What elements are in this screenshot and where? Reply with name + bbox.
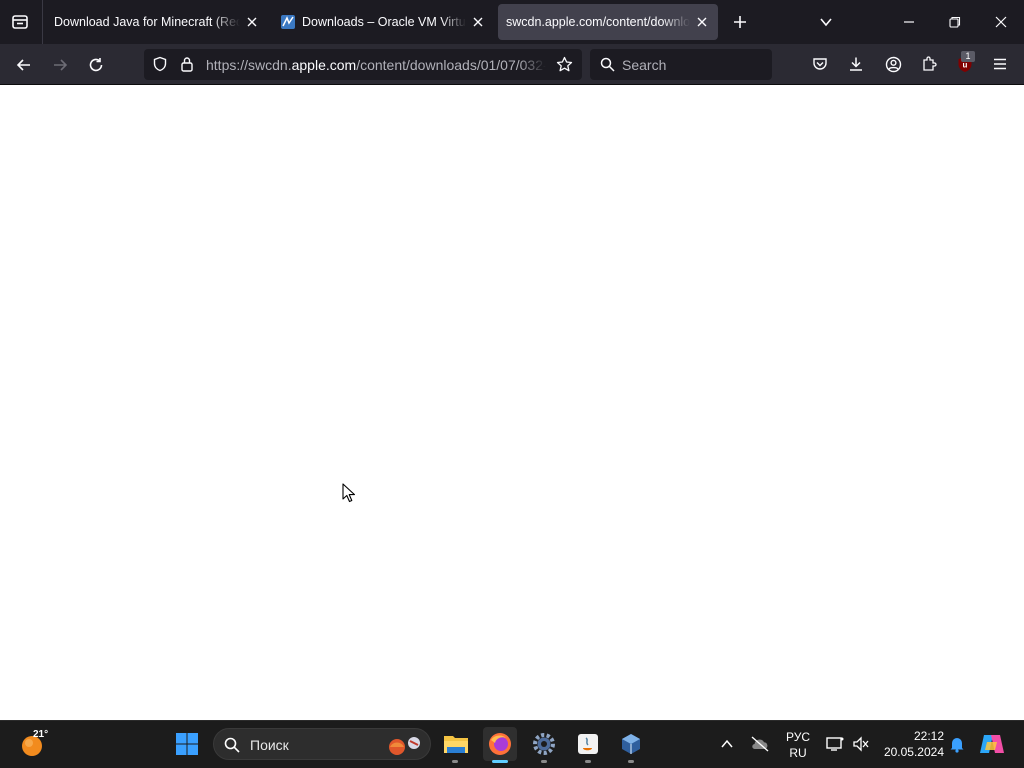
firefox-view-icon	[12, 15, 28, 29]
search-placeholder: Search	[622, 57, 667, 73]
java-icon	[578, 734, 598, 754]
extensions-button[interactable]	[915, 50, 943, 78]
extension-badge-count: 1	[961, 51, 975, 62]
running-indicator	[585, 760, 591, 763]
account-icon	[885, 56, 901, 72]
pocket-icon	[813, 58, 827, 70]
lock-icon[interactable]	[180, 56, 194, 72]
taskbar-search-placeholder: Поиск	[250, 737, 289, 753]
restore-button[interactable]	[932, 0, 978, 44]
copilot-icon	[980, 735, 1004, 753]
taskbar-java-installer[interactable]	[571, 727, 605, 761]
tab-virtualbox-downloads[interactable]: Downloads – Oracle VM VirtualBox	[272, 4, 494, 40]
pocket-button[interactable]	[806, 50, 834, 78]
chevron-up-icon	[721, 739, 733, 748]
running-indicator	[628, 760, 634, 763]
app-menu-button[interactable]	[986, 50, 1014, 78]
clock-time[interactable]: 22:12	[880, 729, 944, 743]
speaker-muted-icon	[853, 736, 869, 752]
reload-button[interactable]	[81, 50, 111, 80]
close-icon	[697, 17, 707, 27]
url-text[interactable]: https://swcdn.apple.com/content/download…	[206, 57, 546, 73]
tab-close-button[interactable]	[244, 14, 260, 30]
language-indicator-top[interactable]: РУС	[783, 730, 813, 744]
tab-title: Downloads – Oracle VM VirtualBox	[302, 15, 466, 29]
taskbar-settings[interactable]	[527, 727, 561, 761]
network-monitor-icon	[826, 737, 844, 751]
reload-icon	[89, 58, 103, 72]
account-button[interactable]	[879, 50, 907, 78]
tab-title: swcdn.apple.com/content/downloads/01/07/…	[506, 15, 690, 29]
close-icon	[247, 17, 257, 27]
minimize-icon	[904, 21, 914, 23]
page-content-area[interactable]	[0, 85, 1024, 720]
virtualbox-icon	[622, 734, 640, 754]
show-hidden-icons-button[interactable]	[711, 727, 743, 761]
download-icon	[850, 57, 862, 71]
taskbar-search-box[interactable]: Поиск	[213, 728, 431, 760]
tab-close-button[interactable]	[694, 14, 710, 30]
plus-icon	[734, 16, 746, 28]
taskbar-firefox[interactable]	[483, 727, 517, 761]
search-icon	[224, 737, 240, 753]
list-all-tabs-button[interactable]	[814, 10, 838, 34]
windows-logo-icon	[176, 733, 198, 755]
search-bar[interactable]: Search	[590, 49, 772, 80]
tracking-protection-shield-icon[interactable]	[152, 56, 168, 72]
url-domain: apple.com	[291, 57, 357, 73]
close-icon	[995, 16, 1007, 28]
close-icon	[473, 17, 483, 27]
taskbar-file-explorer[interactable]	[439, 727, 473, 761]
restore-icon	[949, 16, 961, 28]
tab-title: Download Java for Minecraft (Recommended…	[54, 15, 240, 29]
active-window-indicator	[492, 760, 508, 763]
arrow-right-icon	[54, 59, 68, 71]
url-prefix: https://swcdn.	[206, 57, 292, 73]
address-bar[interactable]: https://swcdn.apple.com/content/download…	[144, 49, 582, 80]
notifications-button[interactable]	[944, 727, 970, 761]
chevron-down-icon	[820, 18, 832, 27]
running-indicator	[452, 760, 458, 763]
tab-java-minecraft[interactable]: Download Java for Minecraft (Recommended…	[46, 4, 268, 40]
clock-date[interactable]: 20.05.2024	[880, 745, 944, 759]
copilot-button[interactable]	[975, 727, 1009, 761]
mouse-cursor-icon	[342, 483, 356, 503]
url-path: /content/downloads/01/07/032-39867/	[356, 57, 546, 73]
tab-separator	[42, 0, 43, 44]
search-icon	[600, 57, 615, 72]
back-button[interactable]	[9, 50, 39, 80]
folder-icon	[444, 736, 468, 753]
new-tab-button[interactable]	[728, 10, 752, 34]
forward-button[interactable]	[45, 50, 75, 80]
onedrive-tray-button[interactable]	[744, 727, 776, 761]
firefox-view-button[interactable]	[6, 8, 34, 36]
weather-temperature: 21°	[33, 729, 49, 740]
start-button[interactable]	[170, 727, 204, 761]
hamburger-menu-icon	[994, 58, 1006, 70]
taskbar-virtualbox[interactable]	[614, 727, 648, 761]
arrow-left-icon	[16, 59, 30, 71]
running-indicator	[541, 760, 547, 763]
cloud-off-icon	[751, 736, 769, 752]
bell-icon	[950, 738, 964, 753]
tab-swcdn-apple[interactable]: swcdn.apple.com/content/downloads/01/07/…	[498, 4, 718, 40]
gear-icon	[533, 733, 555, 755]
minimize-button[interactable]	[886, 0, 932, 44]
volume-tray-button[interactable]	[846, 727, 876, 761]
close-window-button[interactable]	[978, 0, 1024, 44]
language-indicator-bottom[interactable]: RU	[783, 746, 813, 760]
firefox-icon	[489, 733, 511, 755]
bookmark-star-icon[interactable]	[556, 56, 573, 73]
downloads-button[interactable]	[842, 50, 870, 78]
puzzle-piece-icon	[923, 56, 937, 71]
search-highlight-image-icon	[389, 737, 420, 755]
virtualbox-favicon-icon	[281, 15, 295, 29]
tab-close-button[interactable]	[470, 14, 486, 30]
